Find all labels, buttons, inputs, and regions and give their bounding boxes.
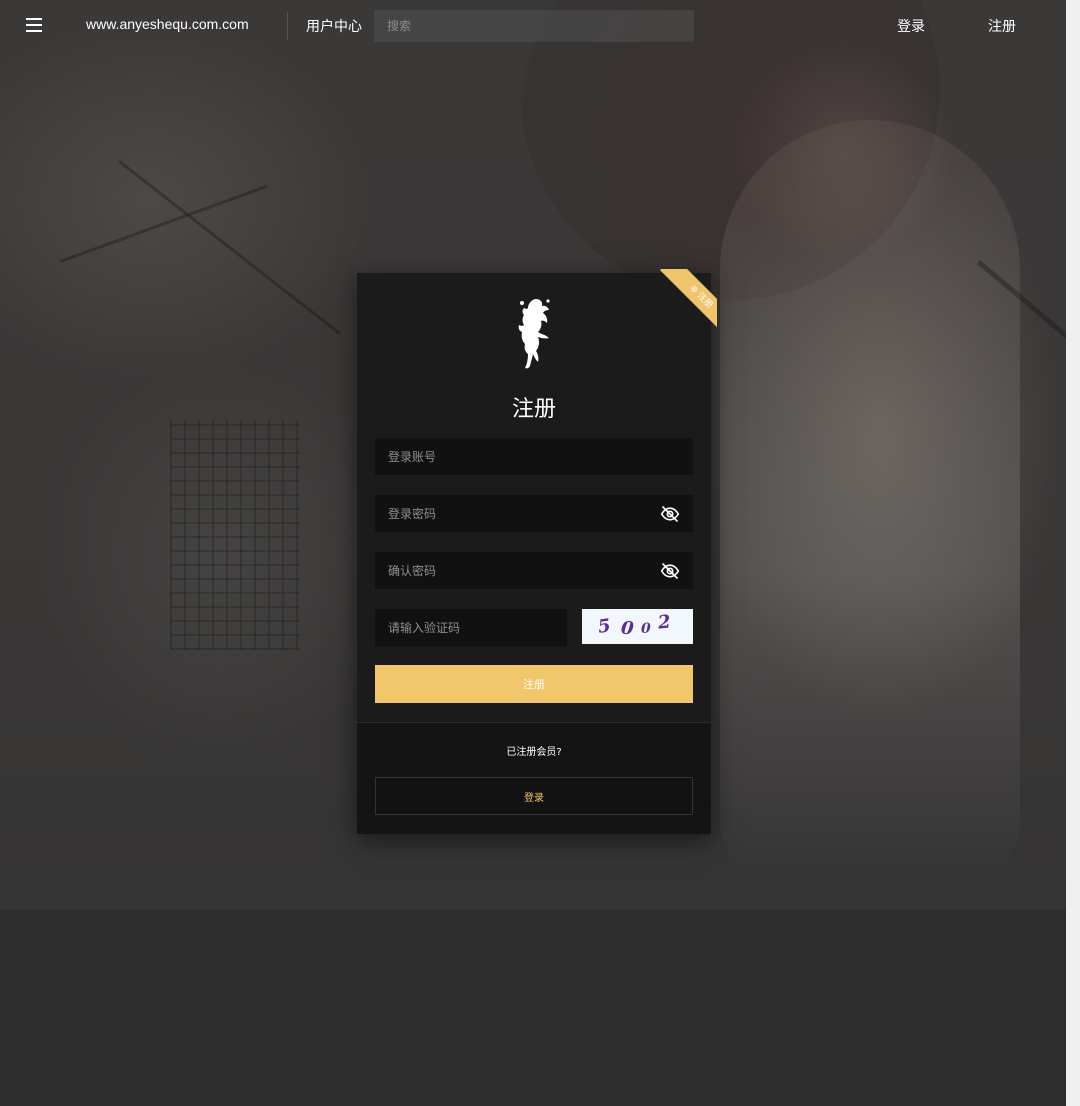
register-form: 注册 5 0 0 2 注册 bbox=[357, 273, 711, 722]
captcha-image[interactable]: 5 0 0 2 bbox=[582, 609, 693, 644]
nav-login-link[interactable]: 登录 bbox=[897, 16, 925, 36]
eye-off-icon[interactable] bbox=[660, 504, 680, 524]
captcha-digit: 0 bbox=[619, 617, 635, 640]
confirm-password-field[interactable] bbox=[375, 552, 693, 589]
page-title: 注册 bbox=[511, 397, 556, 422]
already-member-text: 已注册会员? bbox=[506, 747, 562, 758]
eye-off-icon[interactable] bbox=[660, 561, 680, 581]
login-button[interactable]: 登录 bbox=[375, 777, 693, 815]
captcha-field[interactable] bbox=[375, 609, 567, 646]
captcha-digit: 0 bbox=[641, 621, 651, 637]
search-input[interactable] bbox=[374, 10, 694, 42]
lattice-art bbox=[170, 420, 300, 650]
dancer-logo-icon bbox=[518, 299, 550, 369]
register-submit-button[interactable]: 注册 bbox=[375, 665, 693, 703]
site-name[interactable]: www.anyeshequ.com.com bbox=[86, 16, 249, 32]
captcha-digit: 2 bbox=[656, 611, 672, 634]
nav-divider bbox=[287, 12, 288, 40]
top-navigation: www.anyeshequ.com.com 用户中心 登录 注册 bbox=[0, 0, 1066, 50]
nav-register-link[interactable]: 注册 bbox=[988, 16, 1016, 36]
page-lower-background bbox=[0, 910, 1066, 1106]
user-center-link[interactable]: 用户中心 bbox=[306, 16, 362, 36]
password-field[interactable] bbox=[375, 495, 693, 532]
captcha-digit: 5 bbox=[596, 615, 612, 638]
register-card: 注册 5 0 0 2 注册 ⊕ 注册 已注册会员? 登录 bbox=[357, 269, 717, 834]
menu-icon[interactable] bbox=[26, 18, 42, 32]
account-field[interactable] bbox=[375, 438, 693, 475]
character-art bbox=[720, 120, 1020, 880]
branch-art bbox=[118, 160, 341, 335]
scrollbar-track[interactable] bbox=[1066, 0, 1080, 1106]
ribbon-badge: ⊕ 注册 bbox=[659, 269, 717, 331]
ribbon-corner: ⊕ 注册 bbox=[649, 269, 717, 331]
